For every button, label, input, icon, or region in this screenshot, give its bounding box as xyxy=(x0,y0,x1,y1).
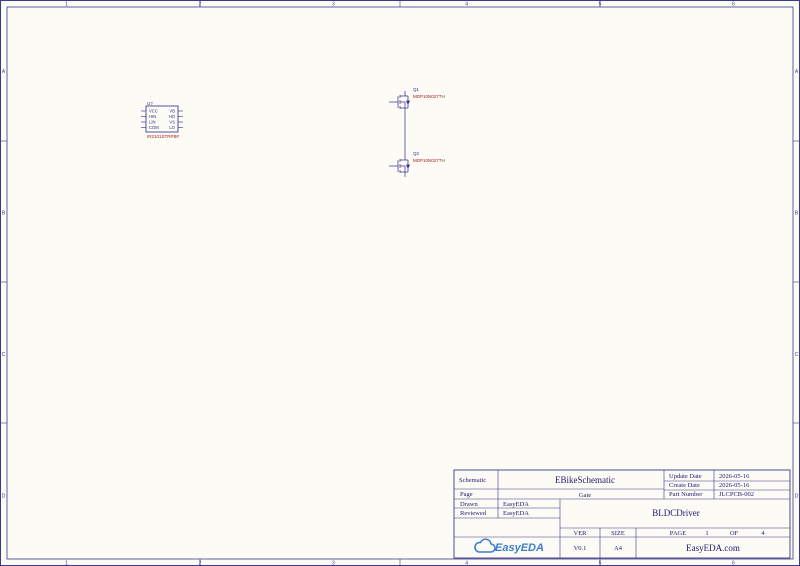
tb-page-name: Gate xyxy=(579,492,591,499)
mosfet-q1[interactable]: Q1 MDP10N027TH xyxy=(389,87,445,113)
q1-designator: Q1 xyxy=(413,87,420,92)
tb-of-label: OF xyxy=(730,530,739,537)
tb-update-date: 2026-05-16 xyxy=(719,473,750,480)
ic-pin-label: LO xyxy=(169,125,175,130)
tb-update-date-label: Update Date xyxy=(669,473,702,480)
zone-label: A xyxy=(2,69,6,75)
tb-drawn-label: Drawn xyxy=(460,501,478,508)
tb-page-of-label: PAGE xyxy=(670,530,686,537)
tb-page-label: Page xyxy=(460,491,473,498)
zone-label: 5 xyxy=(599,561,602,566)
cloud-icon xyxy=(474,538,496,553)
zone-label: 1 xyxy=(65,561,68,566)
zone-label: C xyxy=(2,352,6,358)
logo-wordmark: EasyEDA xyxy=(495,542,544,554)
zone-label: C xyxy=(795,352,799,358)
tb-size-label: SIZE xyxy=(611,530,625,537)
ic-pin-label: VCC xyxy=(149,109,158,114)
zone-label: 1 xyxy=(65,2,68,8)
zone-label: 3 xyxy=(332,561,335,566)
ic-pin-label: COM xyxy=(149,125,159,130)
mosfet-q2[interactable]: Q2 MDP10N027TH xyxy=(389,151,445,177)
zone-label: 4 xyxy=(465,2,468,8)
tb-size: A4 xyxy=(614,545,623,552)
mosfet-q2-symbol xyxy=(389,155,411,177)
tb-sheet-title: BLDCDriver xyxy=(652,508,700,518)
tb-reviewed-label: Reviewed xyxy=(460,510,487,517)
ic-pin-label: LIN xyxy=(149,120,156,125)
zone-label: B xyxy=(2,210,6,216)
zone-label: 2 xyxy=(199,2,202,8)
ic-part-value: IR2101STRPBF xyxy=(147,134,180,139)
mosfet-q1-symbol xyxy=(389,91,411,113)
tb-part-number-label: Part Number xyxy=(669,491,703,498)
q2-part-value: MDP10N027TH xyxy=(413,158,445,163)
tb-part-number: JLCPCB-002 xyxy=(719,491,754,498)
zone-label: 3 xyxy=(332,2,335,8)
ic-pin-label: VB xyxy=(169,109,175,114)
ic-designator: U? xyxy=(147,101,153,106)
zone-label: 2 xyxy=(199,561,202,566)
ic-pin-label: VS xyxy=(169,120,175,125)
tb-reviewed-value: EasyEDA xyxy=(503,510,529,517)
tb-website: EasyEDA.com xyxy=(686,543,740,553)
zone-label: D xyxy=(795,493,799,499)
zone-row-labels-right: A B C D xyxy=(795,69,799,500)
tb-schematic-name: EBikeSchematic xyxy=(555,475,615,485)
gate-driver-ic[interactable]: U? VCC HIN LIN COM VB HO VS LO IR2101STR… xyxy=(141,101,183,139)
zone-row-labels-left: A B C D xyxy=(2,69,6,500)
zone-label: 5 xyxy=(599,2,602,8)
zone-label: 6 xyxy=(732,2,735,8)
tb-drawn-value: EasyEDA xyxy=(503,501,529,508)
zone-label: D xyxy=(2,493,6,499)
zone-label: A xyxy=(795,69,799,75)
zone-label: B xyxy=(795,210,799,216)
zone-label: 6 xyxy=(732,561,735,566)
zone-label: 4 xyxy=(465,561,468,566)
tb-ver-label: VER xyxy=(574,530,588,537)
ic-pin-label: HIN xyxy=(149,114,156,119)
easyeda-logo: EasyEDA xyxy=(474,538,544,554)
tb-page-total: 4 xyxy=(761,530,765,537)
q1-part-value: MDP10N027TH xyxy=(413,94,445,99)
tb-create-date-label: Create Date xyxy=(669,482,700,489)
tb-ver: V0.1 xyxy=(574,545,587,552)
ic-pin-label: HO xyxy=(169,114,176,119)
tb-page-current: 1 xyxy=(705,530,708,537)
q2-designator: Q2 xyxy=(413,151,420,156)
title-block: Schematic EBikeSchematic Page Gate Drawn… xyxy=(453,469,791,559)
schematic-sheet[interactable]: 1 2 3 4 5 6 1 2 3 4 5 6 A B C D A B C D U? VCC HIN LIN C… xyxy=(0,0,800,566)
tb-create-date: 2026-05-16 xyxy=(719,482,750,489)
tb-schematic-label: Schematic xyxy=(459,477,486,484)
